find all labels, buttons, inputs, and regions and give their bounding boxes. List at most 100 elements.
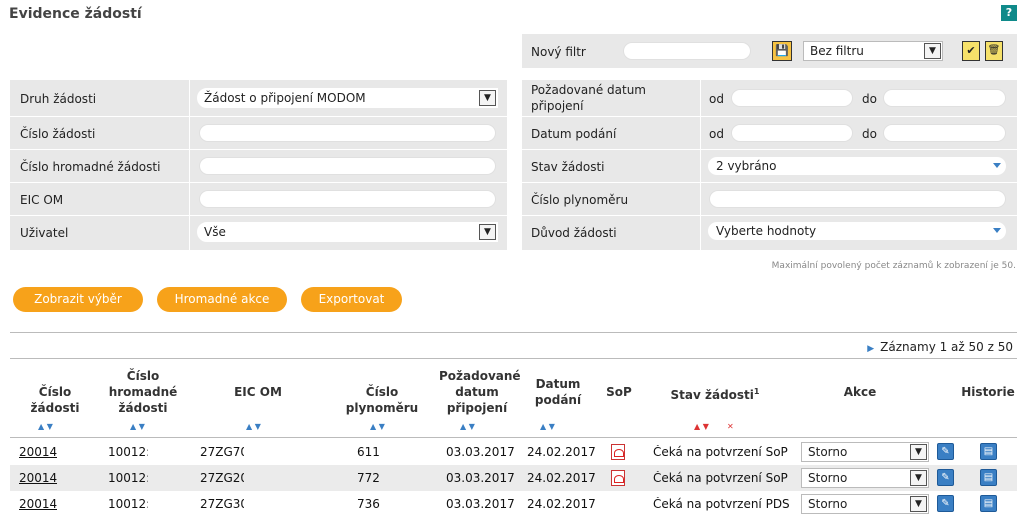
page-title: Evidence žádostí bbox=[9, 6, 142, 22]
hromadne-label: Číslo hromadné žádosti bbox=[20, 160, 161, 174]
pdf-icon[interactable] bbox=[611, 470, 625, 486]
request-number-link[interactable]: 20014! bbox=[19, 497, 57, 511]
apply-filter-icon[interactable]: ✔ bbox=[962, 41, 980, 61]
action-select[interactable]: Storno ▼ bbox=[801, 468, 929, 488]
status-cell: Čeká na potvrzení PDS bbox=[653, 497, 790, 511]
submit-date-cell: 24.02.2017 bbox=[527, 471, 596, 485]
col-stav-label: Stav žádosti bbox=[670, 388, 754, 402]
records-info: ▶ Záznamy 1 až 50 z 50 bbox=[867, 340, 1013, 354]
sort-icon[interactable]: ▲ ▼ bbox=[460, 422, 475, 431]
pozadovane-od-input[interactable] bbox=[731, 89, 853, 107]
requested-date-cell: 03.03.2017 bbox=[446, 497, 515, 511]
col-eic[interactable]: EIC OM bbox=[200, 384, 316, 400]
uzivatel-select[interactable]: Vše ▼ bbox=[197, 222, 498, 242]
meter-cell: 611 bbox=[357, 445, 380, 459]
chevron-down-icon: ▼ bbox=[910, 470, 927, 486]
records-text: Záznamy 1 až 50 z 50 bbox=[880, 340, 1013, 354]
sort-icon[interactable]: ▲ ▼ bbox=[540, 422, 555, 431]
od-label: od bbox=[709, 92, 724, 106]
pdf-icon[interactable] bbox=[611, 444, 625, 460]
hromadne-input[interactable] bbox=[199, 157, 496, 175]
plynomer-input[interactable] bbox=[709, 190, 1006, 208]
action-value: Storno bbox=[808, 471, 848, 485]
bulk-actions-button[interactable]: Hromadné akce bbox=[157, 287, 287, 312]
action-select[interactable]: Storno ▼ bbox=[801, 494, 929, 514]
bulk-number-cell: 10012: bbox=[108, 445, 148, 459]
action-value: Storno bbox=[808, 445, 848, 459]
show-selection-button[interactable]: Zobrazit výběr bbox=[13, 287, 143, 312]
save-filter-icon[interactable]: 💾 bbox=[772, 41, 792, 61]
podani-label: Datum podání bbox=[531, 127, 617, 141]
edit-icon[interactable]: ✎ bbox=[937, 469, 954, 486]
chevron-down-icon: ▼ bbox=[479, 224, 496, 240]
druh-label: Druh žádosti bbox=[20, 92, 97, 106]
request-number-link[interactable]: 20014! bbox=[19, 445, 57, 459]
eic-cell: 27ZG300: bbox=[200, 497, 244, 511]
export-button[interactable]: Exportovat bbox=[301, 287, 402, 312]
col-cislo[interactable]: Číslo žádosti bbox=[16, 384, 94, 416]
col-podani[interactable]: Datum podání bbox=[525, 376, 591, 408]
filter-name-input[interactable] bbox=[623, 42, 751, 60]
col-stav[interactable]: Stav žádosti1 bbox=[650, 384, 780, 403]
meter-cell: 772 bbox=[357, 471, 380, 485]
col-akce: Akce bbox=[843, 385, 877, 399]
plynomer-label: Číslo plynoměru bbox=[531, 193, 629, 207]
check-icon: ✔ bbox=[966, 44, 976, 57]
stav-label: Stav žádosti bbox=[531, 160, 605, 174]
eic-cell: 27ZG200: bbox=[200, 471, 244, 485]
eic-input[interactable] bbox=[199, 190, 496, 208]
chevron-down-icon: ▼ bbox=[479, 90, 496, 106]
cislo-input[interactable] bbox=[199, 124, 496, 142]
col-pozadovane[interactable]: Požadované datum připojení bbox=[439, 368, 521, 416]
pozadovane-do-input[interactable] bbox=[883, 89, 1006, 107]
edit-icon[interactable]: ✎ bbox=[937, 443, 954, 460]
submit-date-cell: 24.02.2017 bbox=[527, 445, 596, 459]
bulk-number-cell: 10012: bbox=[108, 471, 148, 485]
action-value: Storno bbox=[808, 497, 848, 511]
sort-icon[interactable]: ▲ ▼ bbox=[694, 422, 709, 431]
col-stav-sup: 1 bbox=[753, 387, 760, 396]
chevron-down-icon bbox=[993, 228, 1001, 233]
status-cell: Čeká na potvrzení SoP bbox=[653, 445, 788, 459]
request-number-link[interactable]: 20014! bbox=[19, 471, 57, 485]
col-plynomer[interactable]: Číslo plynoměru bbox=[330, 384, 434, 416]
duvod-multiselect[interactable]: Vyberte hodnoty bbox=[708, 222, 1006, 240]
uzivatel-value: Vše bbox=[204, 225, 226, 239]
history-icon[interactable]: ▤ bbox=[980, 495, 997, 512]
history-icon[interactable]: ▤ bbox=[980, 443, 997, 460]
delete-filter-icon[interactable]: 🗑 bbox=[985, 41, 1003, 61]
sort-icon[interactable]: ▲ ▼ bbox=[370, 422, 385, 431]
pozadovane-label: Požadované datum připojení bbox=[531, 83, 646, 113]
col-hromadne[interactable]: Číslo hromadné žádosti bbox=[106, 368, 180, 416]
chevron-right-icon: ▶ bbox=[867, 344, 875, 354]
duvod-value: Vyberte hodnoty bbox=[716, 224, 817, 238]
sort-icon[interactable]: ▲ ▼ bbox=[246, 422, 261, 431]
help-icon[interactable]: ? bbox=[1001, 5, 1017, 21]
sort-icon[interactable]: ▲ ▼ bbox=[130, 422, 145, 431]
stav-value: 2 vybráno bbox=[716, 159, 777, 173]
eic-cell: 27ZG700 bbox=[200, 445, 244, 459]
uzivatel-label: Uživatel bbox=[20, 226, 69, 240]
meter-cell: 736 bbox=[357, 497, 380, 511]
edit-icon[interactable]: ✎ bbox=[937, 495, 954, 512]
action-select[interactable]: Storno ▼ bbox=[801, 442, 929, 462]
clear-sort-icon[interactable]: ✕ bbox=[727, 422, 734, 431]
table-row: 20014! 10012: 27ZG200: 772 03.03.2017 24.02.2… bbox=[10, 465, 1017, 491]
floppy-icon: 💾 bbox=[775, 44, 789, 57]
trash-icon: 🗑 bbox=[987, 45, 1001, 56]
history-icon[interactable]: ▤ bbox=[980, 469, 997, 486]
podani-do-input[interactable] bbox=[883, 124, 1006, 142]
requested-date-cell: 03.03.2017 bbox=[446, 445, 515, 459]
do-label: do bbox=[862, 127, 877, 141]
col-sop[interactable]: SoP bbox=[604, 384, 634, 400]
new-filter-label: Nový filtr bbox=[531, 45, 586, 59]
eic-label: EIC OM bbox=[20, 193, 64, 207]
stav-multiselect[interactable]: 2 vybráno bbox=[708, 157, 1006, 175]
filter-preset-select[interactable]: Bez filtru ▼ bbox=[803, 41, 943, 61]
druh-value: Žádost o připojení MODOM bbox=[204, 91, 366, 105]
od-label: od bbox=[709, 127, 724, 141]
druh-select[interactable]: Žádost o připojení MODOM ▼ bbox=[197, 88, 498, 108]
sort-icon[interactable]: ▲ ▼ bbox=[38, 422, 53, 431]
podani-od-input[interactable] bbox=[731, 124, 853, 142]
cislo-label: Číslo žádosti bbox=[20, 127, 96, 141]
